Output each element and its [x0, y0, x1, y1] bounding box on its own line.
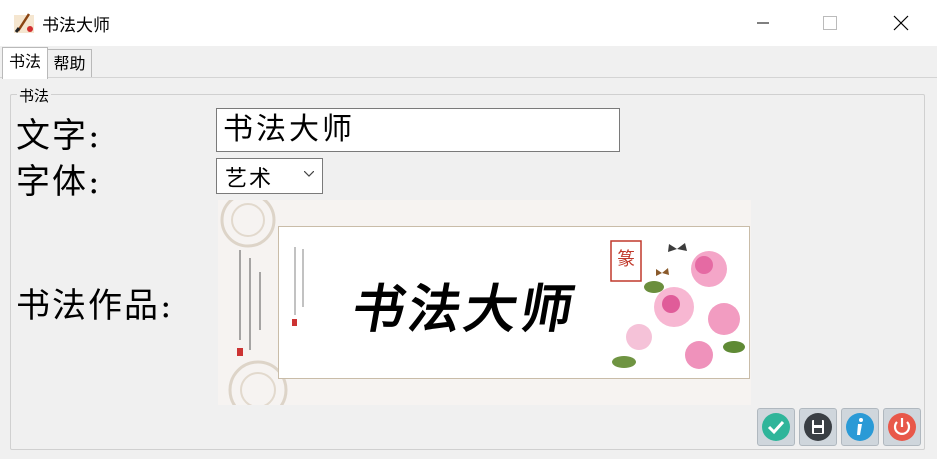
calligraphy-text: 书法大师: [347, 279, 583, 340]
chevron-down-icon: [304, 171, 314, 177]
calligraphy-artwork: 篆 书法大师: [218, 200, 751, 405]
floppy-disk-icon: [804, 413, 832, 441]
info-icon: [846, 413, 874, 441]
minimize-icon: [757, 22, 769, 24]
confirm-button[interactable]: [757, 408, 795, 446]
check-icon: [762, 413, 790, 441]
tab-divider: [0, 77, 937, 78]
font-select-value: 艺术: [225, 167, 274, 192]
font-label: 字体:: [16, 162, 102, 202]
tab-calligraphy[interactable]: 书法: [2, 47, 48, 79]
save-button[interactable]: [799, 408, 837, 446]
close-button[interactable]: [878, 0, 924, 46]
close-icon: [893, 15, 909, 31]
power-icon: [888, 413, 916, 441]
info-button[interactable]: [841, 408, 879, 446]
maximize-button[interactable]: [807, 0, 853, 46]
maximize-icon: [823, 16, 837, 30]
group-title: 书法: [17, 85, 52, 106]
artwork-paper: 篆 书法大师: [278, 226, 750, 379]
calligraphy-app-icon: [14, 13, 34, 33]
text-input[interactable]: 书法大师: [216, 108, 620, 152]
font-select[interactable]: 艺术: [216, 158, 323, 194]
text-label: 文字:: [16, 116, 102, 156]
title-bar: 书法大师: [0, 0, 937, 46]
artwork-label: 书法作品:: [16, 286, 174, 326]
tab-bar: 书法 帮助: [0, 46, 937, 79]
power-button[interactable]: [883, 408, 921, 446]
minimize-button[interactable]: [740, 0, 786, 46]
tab-help[interactable]: 帮助: [47, 49, 92, 78]
svg-text:篆: 篆: [617, 249, 635, 270]
window-title: 书法大师: [42, 16, 110, 36]
